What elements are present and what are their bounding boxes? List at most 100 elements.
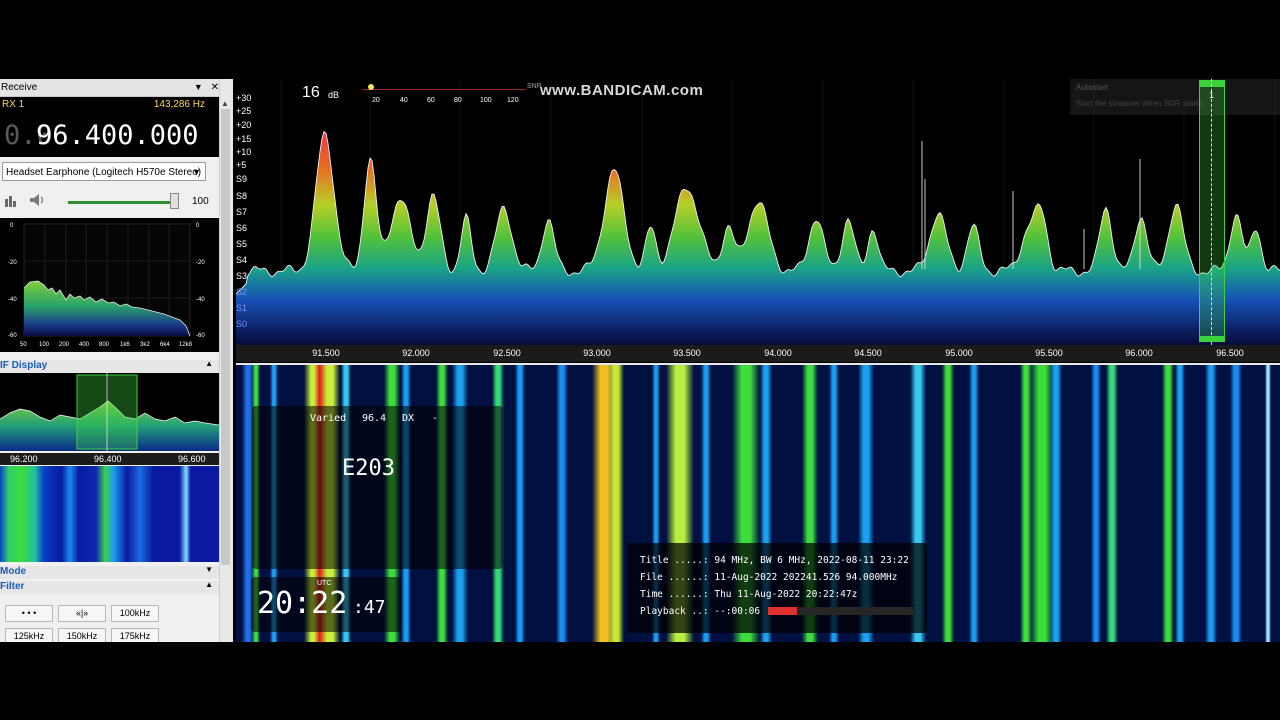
snr-scale: 100 [480, 97, 492, 104]
freq-axis-label: 94.000 [764, 348, 792, 358]
snr-value: 16 [302, 84, 320, 101]
db-label: +5 [236, 160, 247, 170]
db-label: +10 [236, 147, 252, 157]
bandicam-watermark: www.BANDICAM.com [540, 82, 704, 99]
waterfall-band [942, 363, 954, 642]
volume-value: 100 [192, 196, 209, 207]
audio-y-label-right: -60 [196, 333, 205, 339]
if-frequency-axis: 96.200 96.400 96.600 [0, 453, 219, 465]
collapse-icon[interactable]: ▲ [205, 359, 213, 368]
collapse-icon[interactable]: ▼ [194, 82, 203, 92]
if-display-header[interactable]: IF Display ▲ [0, 359, 219, 373]
freq-axis-label: 94.500 [854, 348, 882, 358]
db-label: +20 [236, 120, 252, 130]
audio-y-label: -20 [8, 260, 17, 266]
rds-freq: 96.4 [362, 413, 387, 424]
audio-y-label: -40 [8, 297, 17, 303]
db-label: S8 [236, 191, 248, 201]
frequency-digits[interactable]: 96.400.000 [36, 120, 199, 151]
freq-axis-label: 92.500 [493, 348, 521, 358]
db-label: S1 [236, 303, 248, 313]
filter-button-125khz[interactable]: 125kHz [5, 628, 53, 642]
audio-device-value: Headset Earphone (Logitech H570e Stereo) [6, 167, 202, 178]
db-label: +15 [236, 134, 252, 144]
snr-scale: 80 [454, 97, 462, 104]
mode-header[interactable]: Mode ▼ [0, 565, 219, 579]
db-label: S5 [236, 239, 248, 249]
volume-row: 100 [0, 187, 219, 213]
clock-seconds: :47 [353, 597, 386, 618]
waterfall-band [1175, 363, 1185, 642]
snr-scale: 40 [400, 97, 408, 104]
snr-scale: 60 [427, 97, 435, 104]
spectrum-plot [236, 79, 1280, 345]
main-spectrum[interactable]: +30 +25 +20 +15 +10 +5 S9 S8 S7 S6 S5 S4… [236, 79, 1280, 345]
filter-header[interactable]: Filter ▲ [0, 580, 219, 594]
volume-slider-handle[interactable] [170, 193, 179, 209]
snr-meter-bar [362, 89, 526, 90]
if-freq-label: 96.200 [10, 454, 38, 464]
frequency-axis[interactable]: 91.500 92.000 92.500 93.000 93.500 94.00… [236, 345, 1280, 362]
rds-ps-name: E203 [342, 456, 395, 481]
audio-x-label: 50 [20, 342, 27, 348]
autostart-tooltip: Autostart Start the streamer when SDR st… [1070, 79, 1280, 115]
left-panel-scrollbar-thumb[interactable] [221, 109, 230, 565]
audio-device-select[interactable]: Headset Earphone (Logitech H570e Stereo)… [2, 162, 206, 181]
audio-y-label: 0 [10, 223, 14, 229]
filter-button-175khz[interactable]: 175kHz [111, 628, 159, 642]
audio-x-label: 12k8 [179, 342, 193, 348]
audio-y-label: -60 [8, 333, 17, 339]
db-label: S3 [236, 271, 248, 281]
db-label: S4 [236, 255, 248, 265]
rx-label: RX 1 [2, 99, 25, 110]
waterfall-band [1106, 363, 1118, 642]
filter-button-150khz[interactable]: 150kHz [58, 628, 106, 642]
snr-scale: 20 [372, 97, 380, 104]
expand-icon[interactable]: ▼ [205, 565, 213, 574]
if-spectrum[interactable] [0, 373, 220, 451]
audio-x-label: 400 [79, 342, 90, 348]
db-label: +30 [236, 93, 252, 103]
frequency-display[interactable]: 0.0 96.400.000 [0, 113, 219, 157]
vfo-band-bottom[interactable] [1199, 336, 1225, 342]
rds-tag: DX [402, 413, 415, 424]
freq-axis-label: 92.000 [402, 348, 430, 358]
panel-header-icons: ▼ ✕ [194, 79, 219, 96]
if-display-title: IF Display [0, 360, 48, 371]
db-label: S9 [236, 174, 248, 184]
freq-axis-label: 96.000 [1125, 348, 1153, 358]
snr-meter-indicator [368, 84, 374, 90]
filter-button-100khz[interactable]: 100kHz [111, 605, 159, 622]
audio-x-label: 100 [39, 342, 50, 348]
filter-button-more[interactable]: • • • [5, 605, 53, 622]
db-label: S7 [236, 207, 248, 217]
close-icon[interactable]: ✕ [211, 82, 219, 93]
vfo-center-line [1211, 79, 1213, 345]
rds-overlay: Varied 96.4 DX - E203 [252, 406, 503, 569]
waterfall-band [1091, 363, 1101, 642]
scroll-up-icon[interactable]: ▲ [221, 99, 229, 108]
receive-panel-title: Receive [1, 82, 38, 93]
filter-title: Filter [0, 581, 25, 592]
receive-panel-header[interactable]: Receive [0, 79, 220, 97]
waterfall-band [1265, 363, 1271, 642]
filter-button-narrow[interactable]: «|» [58, 605, 106, 622]
chevron-down-icon: ▼ [192, 167, 201, 177]
recording-info: Title .....: 94 MHz, BW 6 MHz, 2022-08-1… [627, 543, 927, 633]
waterfall-band [1050, 363, 1062, 642]
waterfall-band [515, 363, 525, 642]
collapse-icon[interactable]: ▲ [205, 580, 213, 589]
if-waterfall [0, 466, 219, 562]
audio-x-label: 1k6 [120, 342, 130, 348]
waterfall-band [1205, 363, 1217, 642]
audio-x-label: 200 [59, 342, 70, 348]
db-label: S6 [236, 223, 248, 233]
if-freq-label: 96.600 [178, 454, 206, 464]
snr-scale: 120 [507, 97, 519, 104]
info-time: Time ......: Thu 11-Aug-2022 20:22:47z [640, 589, 858, 600]
audio-spectrum: 0 -20 -40 -60 0 -20 -40 -60 50 100 200 4… [0, 218, 219, 352]
freq-axis-label: 91.500 [312, 348, 340, 358]
audio-x-label: 800 [99, 342, 110, 348]
equalizer-icon[interactable] [4, 193, 18, 207]
speaker-icon[interactable] [28, 192, 46, 208]
